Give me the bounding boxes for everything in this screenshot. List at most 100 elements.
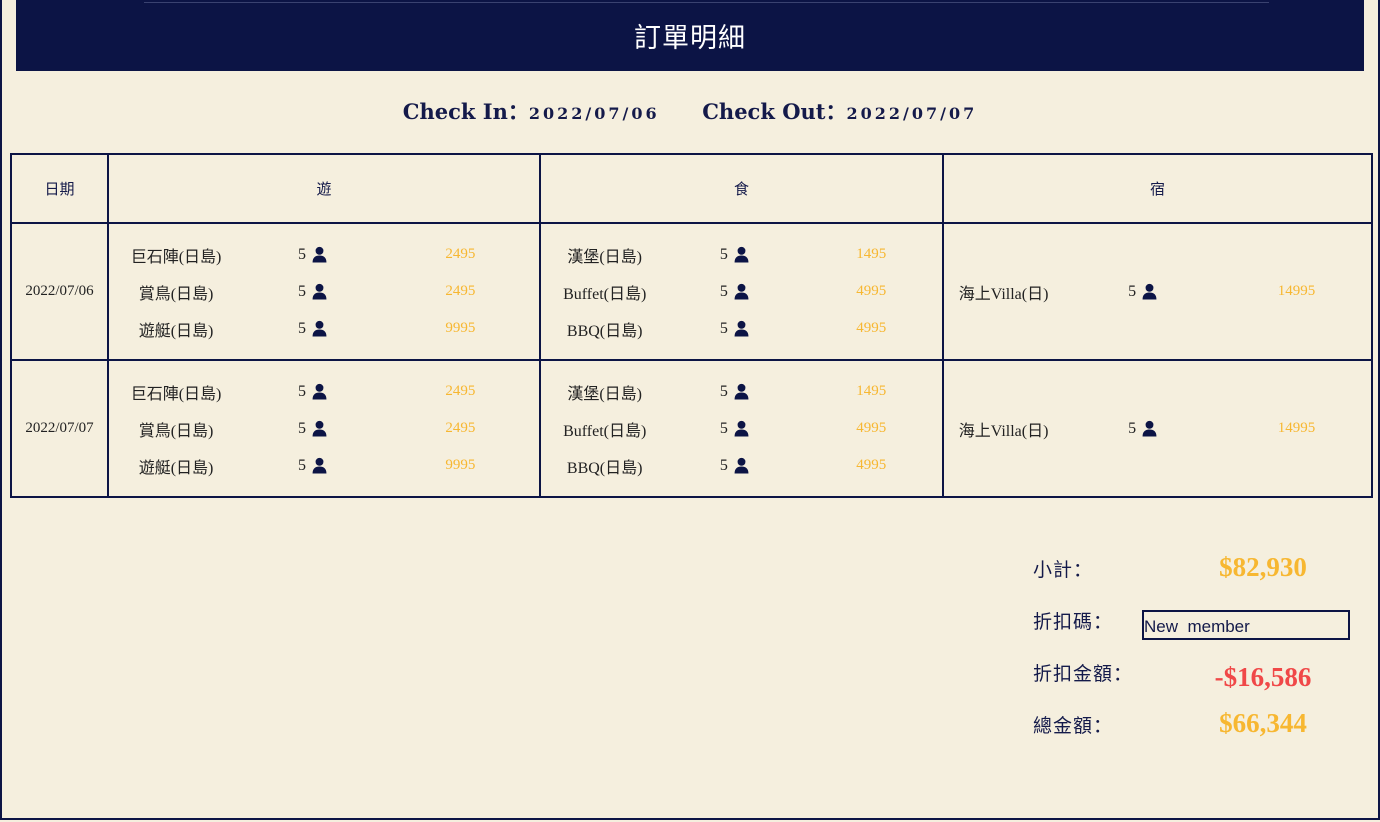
person-icon xyxy=(734,283,749,300)
item-quantity: 5 xyxy=(668,420,800,438)
list-item: 遊艇(日島) 5 9995 xyxy=(109,310,539,347)
item-quantity: 5 xyxy=(668,457,800,475)
item-name: 海上Villa(日) xyxy=(958,422,1049,440)
item-price: 2495 xyxy=(445,420,476,436)
list-item: Buffet(日島) 5 4995 xyxy=(541,273,942,310)
item-price: 1495 xyxy=(856,246,887,262)
check-out-label: Check Out： xyxy=(702,99,847,124)
header-su: 宿 xyxy=(942,153,1373,224)
cell-su: 海上Villa(日) 5 14995 xyxy=(942,222,1373,361)
item-qty-value: 5 xyxy=(297,382,306,400)
person-icon xyxy=(312,420,327,437)
item-price: 4995 xyxy=(856,420,887,436)
item-price: 4995 xyxy=(856,283,887,299)
item-price: 9995 xyxy=(445,320,476,336)
discount-code-input[interactable] xyxy=(1142,610,1350,640)
person-icon xyxy=(734,383,749,400)
item-qty-value: 5 xyxy=(1128,282,1137,300)
item-name: 賞鳥(日島) xyxy=(138,285,214,303)
item-name: 巨石陣(日島) xyxy=(130,248,222,266)
person-icon xyxy=(312,320,327,337)
item-price: 14995 xyxy=(1277,283,1316,299)
item-quantity: 5 xyxy=(243,457,382,475)
item-quantity: 5 xyxy=(243,246,382,264)
person-icon xyxy=(734,457,749,474)
list-item: 海上Villa(日) 5 14995 xyxy=(944,273,1371,310)
order-summary: 小計： $82,930 折扣碼： 折扣金額： -$16,586 總金額： $66… xyxy=(1033,552,1363,763)
discount-amount-label: 折扣金額： xyxy=(1033,663,1134,685)
row-date: 2022/07/06 xyxy=(10,222,109,361)
item-qty-value: 5 xyxy=(719,245,728,263)
header-you: 遊 xyxy=(107,153,541,224)
list-item: 漢堡(日島) 5 1495 xyxy=(541,373,942,410)
person-icon xyxy=(734,420,749,437)
person-icon xyxy=(312,246,327,263)
check-in-value: 2022/07/06 xyxy=(528,104,660,123)
item-name: 巨石陣(日島) xyxy=(130,385,222,403)
cell-you: 巨石陣(日島) 5 2495 賞鳥(日島) 5 2495 遊艇(日島) 5 9995 xyxy=(107,222,541,361)
item-name: 賞鳥(日島) xyxy=(138,422,214,440)
list-item: 巨石陣(日島) 5 2495 xyxy=(109,236,539,273)
cell-shi: 漢堡(日島) 5 1495 Buffet(日島) 5 4995 BBQ(日島) 5 4995 xyxy=(539,222,944,361)
item-name: 海上Villa(日) xyxy=(958,285,1049,303)
item-name: BBQ(日島) xyxy=(566,322,643,340)
item-qty-value: 5 xyxy=(1128,419,1137,437)
discount-amount-row: 折扣金額： -$16,586 xyxy=(1033,659,1363,711)
list-item: 賞鳥(日島) 5 2495 xyxy=(109,273,539,310)
list-item: Buffet(日島) 5 4995 xyxy=(541,410,942,447)
item-qty-value: 5 xyxy=(719,419,728,437)
list-item: 賞鳥(日島) 5 2495 xyxy=(109,410,539,447)
item-name: 漢堡(日島) xyxy=(567,385,643,403)
list-item: BBQ(日島) 5 4995 xyxy=(541,447,942,484)
item-quantity: 5 xyxy=(1063,420,1222,438)
list-item: 遊艇(日島) 5 9995 xyxy=(109,447,539,484)
item-qty-value: 5 xyxy=(719,282,728,300)
item-quantity: 5 xyxy=(243,420,382,438)
discount-code-label: 折扣碼： xyxy=(1033,611,1114,633)
item-price: 9995 xyxy=(445,457,476,473)
table-row: 2022/07/06 巨石陣(日島) 5 2495 賞鳥(日島) 5 2495 遊艇(日島) 5… xyxy=(10,222,1373,361)
subtotal-row: 小計： $82,930 xyxy=(1033,552,1363,607)
person-icon xyxy=(734,320,749,337)
item-qty-value: 5 xyxy=(297,282,306,300)
item-price: 4995 xyxy=(856,457,887,473)
item-name: Buffet(日島) xyxy=(563,422,647,440)
item-name: BBQ(日島) xyxy=(566,459,643,477)
person-icon xyxy=(312,383,327,400)
item-name: 遊艇(日島) xyxy=(138,459,214,477)
item-quantity: 5 xyxy=(1063,283,1222,301)
page-header: 訂單明細 xyxy=(16,0,1364,71)
table-header-row: 日期 遊 食 宿 xyxy=(10,153,1373,224)
order-table: 日期 遊 食 宿 2022/07/06 巨石陣(日島) 5 2495 賞鳥(日島) 5 24… xyxy=(10,153,1373,498)
person-icon xyxy=(1142,283,1157,300)
subtotal-value: $82,930 xyxy=(1219,552,1307,582)
item-name: 遊艇(日島) xyxy=(138,322,214,340)
cell-shi: 漢堡(日島) 5 1495 Buffet(日島) 5 4995 BBQ(日島) 5 4995 xyxy=(539,359,944,498)
total-row: 總金額： $66,344 xyxy=(1033,708,1363,763)
total-label: 總金額： xyxy=(1033,715,1114,737)
item-quantity: 5 xyxy=(243,383,382,401)
item-price: 4995 xyxy=(856,320,887,336)
item-price: 14995 xyxy=(1277,420,1316,436)
total-value: $66,344 xyxy=(1219,708,1307,738)
item-quantity: 5 xyxy=(668,320,800,338)
item-price: 2495 xyxy=(445,383,476,399)
item-qty-value: 5 xyxy=(297,245,306,263)
item-qty-value: 5 xyxy=(719,456,728,474)
discount-amount-value: -$16,586 xyxy=(1214,662,1312,692)
header-shi: 食 xyxy=(539,153,944,224)
list-item: 海上Villa(日) 5 14995 xyxy=(944,410,1371,447)
item-price: 2495 xyxy=(445,246,476,262)
item-price: 2495 xyxy=(445,283,476,299)
item-qty-value: 5 xyxy=(297,456,306,474)
person-icon xyxy=(1142,420,1157,437)
check-out-value: 2022/07/07 xyxy=(846,104,978,123)
person-icon xyxy=(312,283,327,300)
item-quantity: 5 xyxy=(243,320,382,338)
item-quantity: 5 xyxy=(668,383,800,401)
page-title: 訂單明細 xyxy=(634,23,746,54)
row-date: 2022/07/07 xyxy=(10,359,109,498)
person-icon xyxy=(734,246,749,263)
stay-dates: Check In：2022/07/06 Check Out：2022/07/07 xyxy=(0,96,1380,126)
person-icon xyxy=(312,457,327,474)
